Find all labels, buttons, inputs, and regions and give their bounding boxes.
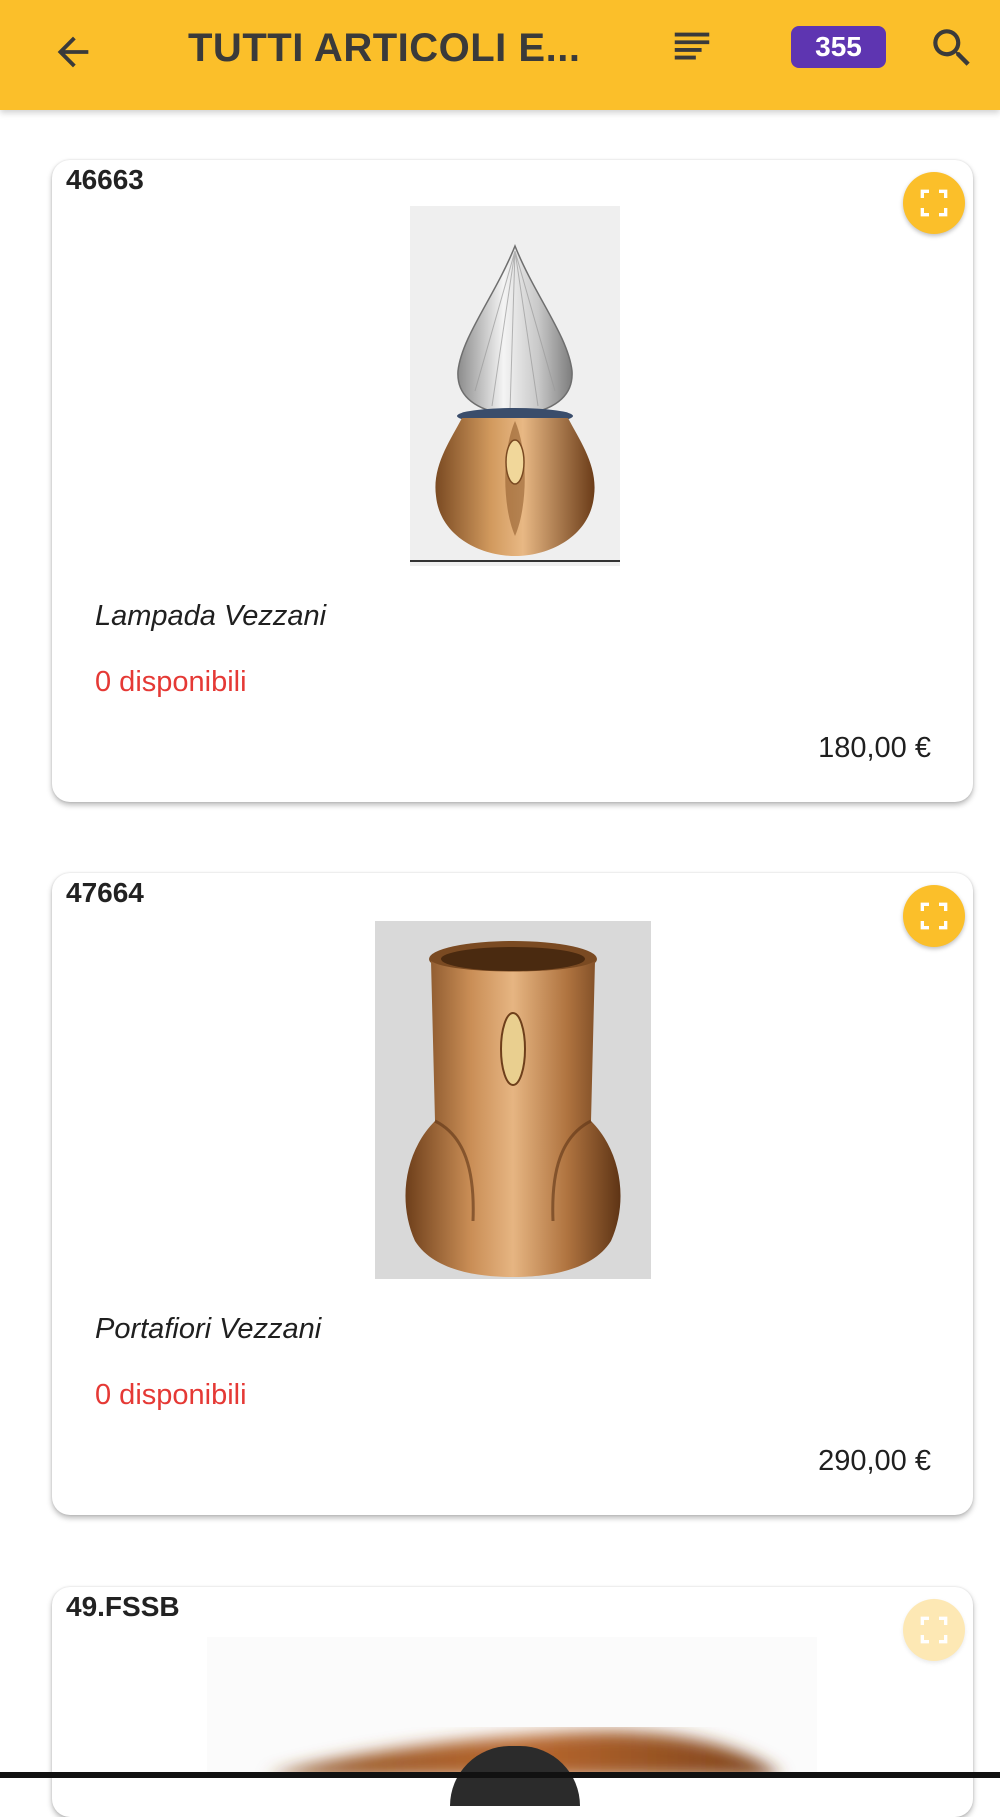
expand-button[interactable] xyxy=(903,885,965,947)
product-price: 180,00 € xyxy=(818,732,931,764)
product-price: 290,00 € xyxy=(818,1445,931,1477)
sort-lines-icon xyxy=(674,32,710,60)
fullscreen-icon xyxy=(920,189,948,217)
fullscreen-icon xyxy=(920,902,948,930)
product-code: 49.FSSB xyxy=(66,1591,180,1622)
arrow-back-icon xyxy=(57,36,89,68)
back-button[interactable] xyxy=(44,23,102,81)
sort-button[interactable] xyxy=(666,22,718,74)
search-icon xyxy=(933,29,970,66)
page-title: TUTTI ARTICOLI E... xyxy=(188,26,581,70)
expand-button[interactable] xyxy=(903,172,965,234)
product-card[interactable]: 46663 Lampada Vezzani 0 disponibili 180,… xyxy=(52,160,973,802)
product-code: 47664 xyxy=(66,877,144,908)
app-bar: TUTTI ARTICOLI E... 355 xyxy=(0,0,1000,110)
product-image[interactable] xyxy=(375,921,651,1279)
product-image[interactable] xyxy=(410,206,620,566)
bottom-edge xyxy=(0,1772,1000,1778)
expand-button[interactable] xyxy=(903,1599,965,1661)
availability-text: 0 disponibili xyxy=(95,666,247,698)
availability-text: 0 disponibili xyxy=(95,1379,247,1411)
search-button[interactable] xyxy=(924,20,980,76)
product-name: Lampada Vezzani xyxy=(95,600,327,632)
product-name: Portafiori Vezzani xyxy=(95,1313,322,1345)
product-card[interactable]: 47664 Portafiori Vezzani 0 disponibili 2… xyxy=(52,873,973,1515)
fullscreen-icon xyxy=(920,1616,948,1644)
product-code: 46663 xyxy=(66,164,144,195)
count-badge[interactable]: 355 xyxy=(791,26,886,68)
